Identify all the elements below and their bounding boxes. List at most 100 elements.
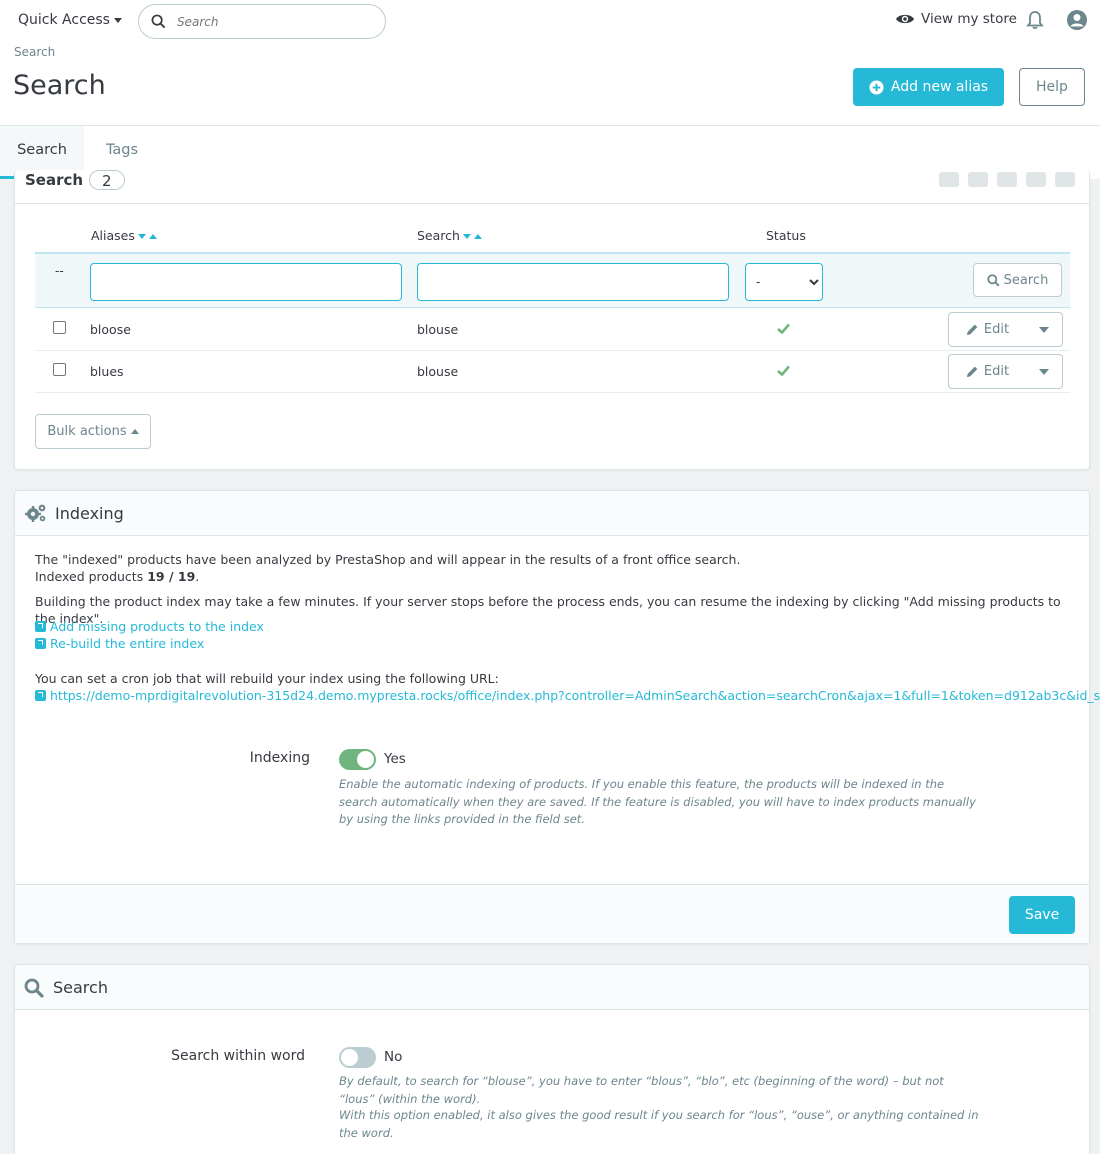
add-missing-products-label: Add missing products to the index <box>50 619 264 634</box>
add-missing-products-link[interactable]: Add missing products to the index <box>35 618 264 635</box>
filter-row: -- - Search <box>35 252 1070 308</box>
edit-button-group: Edit <box>948 312 1063 347</box>
caret-down-icon <box>113 17 122 23</box>
indexing-panel-footer: Save <box>15 884 1089 943</box>
column-header-search[interactable]: Search <box>417 228 483 243</box>
divider <box>15 203 1089 204</box>
external-link-icon <box>35 690 46 701</box>
eye-icon <box>896 14 914 24</box>
database-icon[interactable] <box>1055 172 1075 187</box>
toggle-knob <box>341 1049 358 1066</box>
alias-filter-input[interactable] <box>90 263 402 301</box>
search-within-word-toggle-label: No <box>384 1049 403 1065</box>
refresh-icon[interactable] <box>997 172 1017 187</box>
bell-icon[interactable] <box>1026 10 1044 30</box>
sql-query-icon[interactable] <box>1026 172 1046 187</box>
column-header-status: Status <box>766 228 806 243</box>
list-toolbar <box>939 172 1075 187</box>
page-title: Search <box>13 70 106 101</box>
quick-access-label: Quick Access <box>18 12 110 28</box>
search-cell: blouse <box>417 364 459 379</box>
cron-url-label: https://demo-mprdigitalrevolution-315d24… <box>50 688 1100 703</box>
aliases-panel: Search 2 Aliases Search Status -- - Sear… <box>14 170 1090 470</box>
caret-down-icon[interactable] <box>1039 369 1049 375</box>
indexed-products-label: Indexed products <box>35 569 144 584</box>
indexed-products-suffix: . <box>195 569 200 584</box>
indexing-toggle-label: Yes <box>384 751 406 767</box>
external-link-icon <box>35 621 46 632</box>
search-within-word-label: Search within word <box>171 1048 305 1064</box>
column-label: Aliases <box>91 228 135 243</box>
aliases-panel-title: Search <box>25 171 84 189</box>
search-cell: blouse <box>417 322 459 337</box>
alias-cell: blues <box>90 364 124 379</box>
user-icon[interactable] <box>1066 9 1088 31</box>
page-header: Search Search Add new alias Help <box>0 42 1100 126</box>
search-panel-header: Search <box>15 965 1089 1010</box>
search-panel-title: Search <box>53 978 108 997</box>
indexing-panel-header: Indexing <box>15 491 1089 536</box>
status-filter-select[interactable]: - <box>745 263 823 301</box>
search-filter-input[interactable] <box>417 263 729 301</box>
plus-circle-icon <box>869 79 884 95</box>
table-row: bloose blouse Edit <box>35 309 1070 351</box>
edit-button[interactable]: Edit <box>949 355 1027 388</box>
add-icon[interactable] <box>939 172 959 187</box>
search-within-word-help-2: With this option enabled, it also gives … <box>339 1108 979 1140</box>
alias-count-badge: 2 <box>89 170 125 190</box>
pencil-icon <box>966 324 978 336</box>
indexing-field-label: Indexing <box>249 750 310 766</box>
alias-cell: bloose <box>90 322 131 337</box>
indexed-products-line: Indexed products 19 / 19. <box>35 568 199 585</box>
top-bar: Quick Access View my store <box>0 0 1100 42</box>
table-row: blues blouse Edit <box>35 351 1070 393</box>
search-within-word-toggle[interactable] <box>339 1047 376 1068</box>
search-icon[interactable] <box>151 14 166 29</box>
export-icon[interactable] <box>968 172 988 187</box>
check-icon[interactable] <box>777 323 790 334</box>
pencil-icon <box>966 366 978 378</box>
indexing-panel-title: Indexing <box>55 504 124 523</box>
breadcrumb[interactable]: Search <box>14 45 55 59</box>
column-header-aliases[interactable]: Aliases <box>91 228 158 243</box>
edit-button-group: Edit <box>948 354 1063 389</box>
bulk-actions-label: Bulk actions <box>47 424 127 439</box>
filter-search-button[interactable]: Search <box>973 263 1062 297</box>
add-new-alias-label: Add new alias <box>890 79 989 95</box>
check-icon[interactable] <box>777 365 790 376</box>
header-search-input[interactable] <box>177 11 367 33</box>
indexing-toggle[interactable] <box>339 749 376 770</box>
edit-button[interactable]: Edit <box>949 313 1027 346</box>
rebuild-index-label: Re-build the entire index <box>50 636 205 651</box>
sort-icon[interactable] <box>462 233 483 241</box>
rebuild-index-link[interactable]: Re-build the entire index <box>35 635 204 652</box>
search-within-word-help-1: By default, to search for “blouse”, you … <box>339 1074 944 1106</box>
search-icon <box>986 273 1000 286</box>
search-icon <box>24 978 44 998</box>
filter-search-label: Search <box>1003 272 1049 288</box>
header-search-box <box>138 4 386 39</box>
external-link-icon <box>35 638 46 649</box>
column-label: Search <box>417 228 460 243</box>
sort-icon[interactable] <box>137 233 158 241</box>
indexing-help-text: Enable the automatic indexing of product… <box>339 777 976 826</box>
quick-access-menu[interactable]: Quick Access <box>18 12 122 28</box>
caret-up-icon <box>130 429 139 434</box>
row-checkbox[interactable] <box>53 363 66 376</box>
save-button[interactable]: Save <box>1009 896 1075 934</box>
caret-down-icon[interactable] <box>1039 327 1049 333</box>
edit-label: Edit <box>983 364 1010 379</box>
add-new-alias-button[interactable]: Add new alias <box>853 68 1004 106</box>
edit-label: Edit <box>983 322 1010 337</box>
cogs-icon <box>25 504 46 522</box>
row-checkbox[interactable] <box>53 321 66 334</box>
cron-description: You can set a cron job that will rebuild… <box>35 671 499 686</box>
toggle-knob <box>357 751 374 768</box>
view-store-label: View my store <box>921 11 1017 27</box>
search-options-panel: Search Search within word No By default,… <box>14 964 1090 1154</box>
view-store-link[interactable]: View my store <box>895 11 1017 27</box>
help-button[interactable]: Help <box>1019 68 1085 106</box>
bulk-actions-button[interactable]: Bulk actions <box>35 414 151 449</box>
cron-url-link[interactable]: https://demo-mprdigitalrevolution-315d24… <box>35 687 1100 704</box>
indexing-panel: Indexing The "indexed" products have bee… <box>14 490 1100 944</box>
